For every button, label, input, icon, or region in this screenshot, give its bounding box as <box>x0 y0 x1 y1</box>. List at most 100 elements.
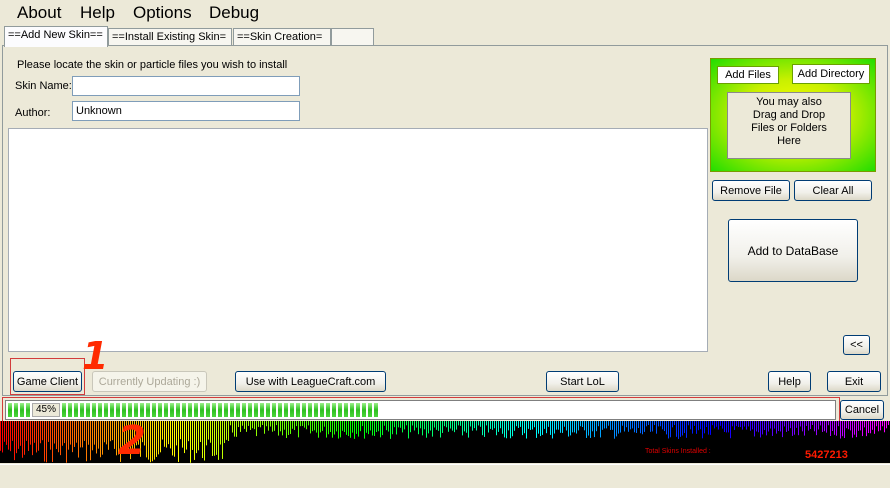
spectrum-bar <box>644 421 645 432</box>
spectrum-bar <box>208 421 209 440</box>
help-button[interactable]: Help <box>768 371 811 392</box>
spectrum-bar <box>426 421 427 438</box>
spectrum-bar <box>264 421 265 434</box>
spectrum-bar <box>586 421 587 438</box>
spectrum-bar <box>600 421 601 438</box>
start-lol-button[interactable]: Start LoL <box>546 371 619 392</box>
add-directory-button[interactable]: Add Directory <box>792 64 870 84</box>
spectrum-bar <box>624 421 625 432</box>
spectrum-bar <box>708 421 709 435</box>
spectrum-bar <box>496 421 497 436</box>
spectrum-bar <box>512 421 513 437</box>
spectrum-bar <box>756 421 757 432</box>
spectrum-bar <box>196 421 197 454</box>
spectrum-bar <box>388 421 389 432</box>
spectrum-bar <box>568 421 569 437</box>
spectrum-bar <box>818 421 819 430</box>
spectrum-bar <box>178 421 179 462</box>
spectrum-bar <box>70 421 71 445</box>
instruction-text: Please locate the skin or particle files… <box>17 59 288 71</box>
spectrum-bar <box>52 421 53 462</box>
spectrum-bar <box>766 421 767 436</box>
spectrum-bar <box>598 421 599 427</box>
cancel-button[interactable]: Cancel <box>840 400 884 420</box>
menu-about[interactable]: About <box>17 3 61 23</box>
clear-all-button[interactable]: Clear All <box>794 180 872 201</box>
add-files-button[interactable]: Add Files <box>717 66 779 84</box>
spectrum-bar <box>326 421 327 438</box>
spectrum-bar <box>362 421 363 427</box>
spectrum-bar <box>444 421 445 427</box>
spectrum-bar <box>448 421 449 432</box>
spectrum-bar <box>358 421 359 437</box>
currently-updating-button[interactable]: Currently Updating :) <box>92 371 207 392</box>
spectrum-bar <box>114 421 115 449</box>
use-with-leaguecraft-button[interactable]: Use with LeagueCraft.com <box>235 371 386 392</box>
spectrum-bar <box>732 421 733 427</box>
spectrum-bar <box>848 421 849 430</box>
menu-bar: About Help Options Debug <box>0 0 890 26</box>
tab-blank[interactable] <box>331 28 374 46</box>
spectrum-bar <box>530 421 531 430</box>
spectrum-bar <box>56 421 57 450</box>
exit-button[interactable]: Exit <box>827 371 881 392</box>
spectrum-bar <box>234 421 235 437</box>
spectrum-bar <box>710 421 711 435</box>
spectrum-bar <box>314 421 315 431</box>
spectrum-bar <box>758 421 759 433</box>
spectrum-bar <box>170 421 171 449</box>
spectrum-bar <box>736 421 737 427</box>
spectrum-bar <box>544 421 545 429</box>
spectrum-bar <box>156 421 157 457</box>
spectrum-bar <box>212 421 213 456</box>
spectrum-bar <box>508 421 509 431</box>
spectrum-bar <box>470 421 471 427</box>
spectrum-bar <box>752 421 753 430</box>
menu-options[interactable]: Options <box>133 3 192 23</box>
spectrum-bar <box>726 421 727 433</box>
spectrum-bar <box>610 421 611 430</box>
spectrum-bar <box>430 421 431 431</box>
spectrum-bar <box>852 421 853 438</box>
author-input[interactable] <box>72 101 300 121</box>
spectrum-bar <box>806 421 807 426</box>
spectrum-bar <box>822 421 823 432</box>
spectrum-bar <box>88 421 89 445</box>
spectrum-bar <box>406 421 407 426</box>
tab-skin-creation[interactable]: ==Skin Creation= <box>233 28 331 46</box>
tab-add-new-skin[interactable]: ==Add New Skin== <box>4 26 108 47</box>
spectrum-bar <box>94 421 95 445</box>
spectrum-bar <box>244 421 245 429</box>
spectrum-bar <box>240 421 241 432</box>
spectrum-bar <box>690 421 691 430</box>
remove-file-button[interactable]: Remove File <box>712 180 790 201</box>
tab-install-existing-skin[interactable]: ==Install Existing Skin= <box>108 28 232 46</box>
menu-help[interactable]: Help <box>80 3 115 23</box>
file-list[interactable] <box>8 128 708 352</box>
spectrum-bar <box>46 421 47 463</box>
spectrum-bar <box>450 421 451 429</box>
spectrum-bar <box>38 421 39 451</box>
add-to-database-button[interactable]: Add to DataBase <box>728 219 858 282</box>
skin-name-input[interactable] <box>72 76 300 96</box>
spectrum-bar <box>236 421 237 437</box>
spectrum-bar <box>242 421 243 426</box>
spectrum-bar <box>416 421 417 428</box>
spectrum-bar <box>466 421 467 433</box>
spectrum-bar <box>562 421 563 433</box>
collapse-button[interactable]: << <box>843 335 870 355</box>
spectrum-bar <box>542 421 543 435</box>
spectrum-bar <box>812 421 813 426</box>
spectrum-bar <box>712 421 713 426</box>
spectrum-bar <box>528 421 529 429</box>
menu-debug[interactable]: Debug <box>209 3 259 23</box>
spectrum-bar <box>780 421 781 432</box>
spectrum-bar <box>14 421 15 461</box>
spectrum-bar <box>82 421 83 448</box>
spectrum-bar <box>452 421 453 431</box>
spectrum-bar <box>672 421 673 428</box>
spectrum-bar <box>442 421 443 433</box>
spectrum-bar <box>716 421 717 427</box>
spectrum-bar <box>746 421 747 430</box>
spectrum-bar <box>86 421 87 462</box>
